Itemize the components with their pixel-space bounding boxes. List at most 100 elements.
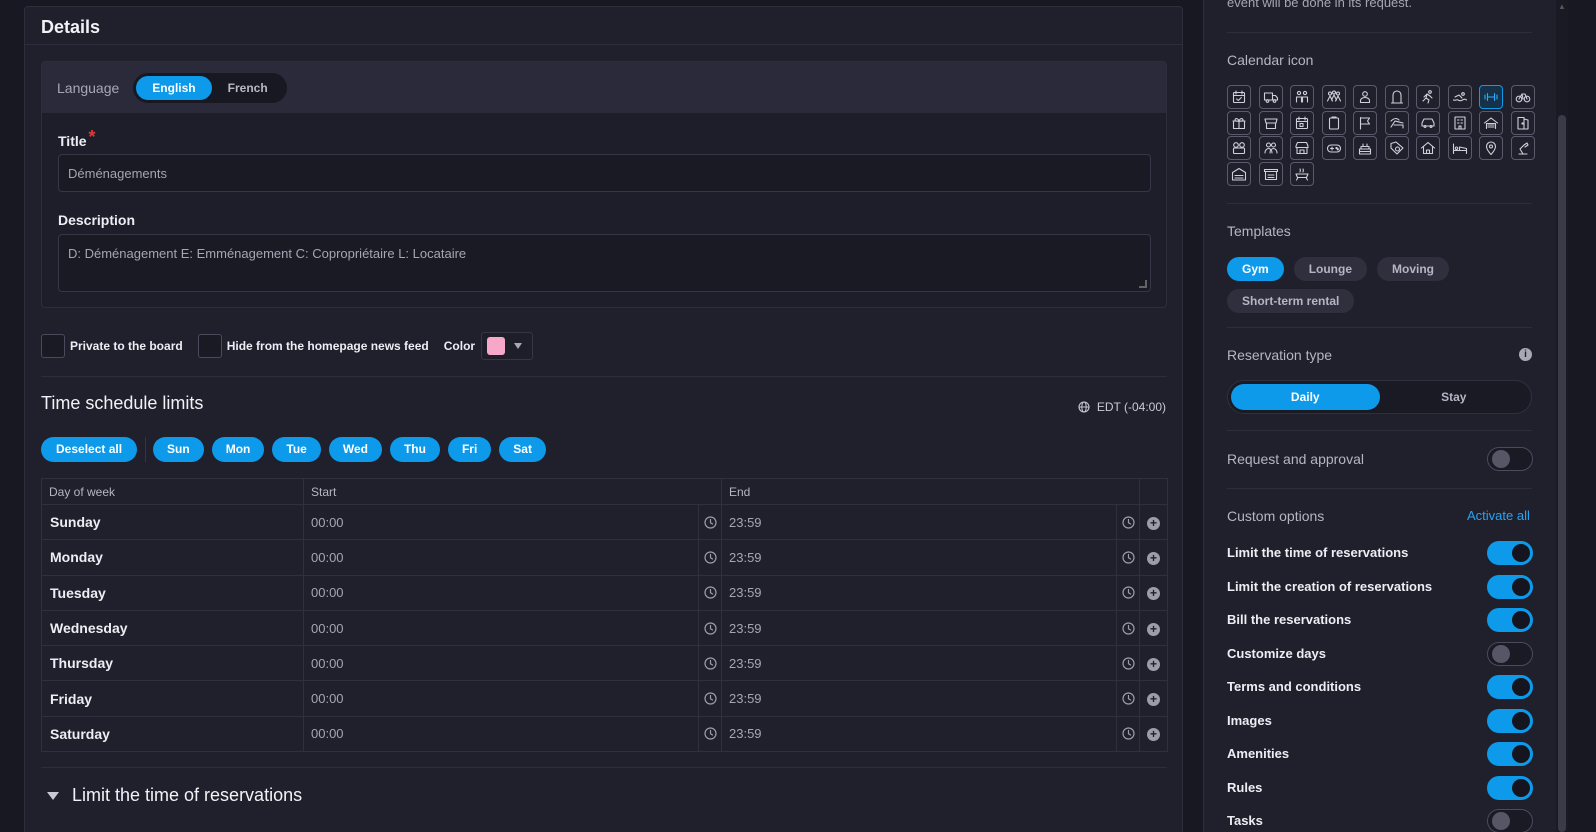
day-pill-sun[interactable]: Sun <box>153 437 204 462</box>
clock-icon[interactable] <box>1116 646 1139 681</box>
end-time-input[interactable]: 23:59 <box>721 539 1140 576</box>
clock-icon[interactable] <box>1116 540 1139 575</box>
day-pill-thu[interactable]: Thu <box>389 437 440 462</box>
custom-option-toggle[interactable] <box>1487 675 1533 699</box>
cake-icon[interactable] <box>1353 136 1377 160</box>
laundry-icon[interactable] <box>1384 136 1409 160</box>
add-time-slot-icon[interactable]: + <box>1147 516 1160 530</box>
concierge-icon[interactable] <box>1353 85 1377 109</box>
flag-icon[interactable] <box>1353 110 1377 135</box>
template-pill-gym[interactable]: Gym <box>1227 257 1284 281</box>
start-time-input[interactable]: 00:00 <box>303 680 722 717</box>
family-icon[interactable] <box>1290 85 1314 109</box>
end-time-input[interactable]: 23:59 <box>721 574 1140 611</box>
bbq-icon[interactable] <box>1290 161 1314 186</box>
building-icon[interactable] <box>1447 110 1472 135</box>
start-time-input[interactable]: 00:00 <box>303 609 722 647</box>
end-time-input[interactable]: 23:59 <box>721 645 1140 682</box>
clock-icon[interactable] <box>1116 505 1139 540</box>
clock-icon[interactable] <box>1116 610 1139 646</box>
description-textarea[interactable]: D: Déménagement E: Emménagement C: Copro… <box>58 234 1151 292</box>
running-icon[interactable] <box>1416 85 1440 109</box>
day-pill-mon[interactable]: Mon <box>211 437 265 462</box>
start-time-input[interactable]: 00:00 <box>303 715 722 753</box>
day-pill-sat[interactable]: Sat <box>499 437 546 462</box>
end-time-input[interactable]: 23:59 <box>721 680 1140 717</box>
awning-icon[interactable] <box>1258 110 1283 135</box>
end-time-input[interactable]: 23:59 <box>721 609 1140 647</box>
calendar-check-icon[interactable] <box>1227 85 1251 109</box>
add-time-slot-icon[interactable]: + <box>1147 551 1160 565</box>
clock-icon[interactable] <box>1116 575 1139 610</box>
color-picker[interactable] <box>481 332 534 360</box>
scrollbar-thumb[interactable] <box>1558 115 1566 832</box>
day-pill-wed[interactable]: Wed <box>328 437 382 462</box>
custom-option-toggle[interactable] <box>1487 708 1533 733</box>
bicycle-icon[interactable] <box>1510 85 1535 109</box>
truck-icon[interactable] <box>1258 85 1283 109</box>
language-french-button[interactable]: French <box>212 76 284 100</box>
clock-icon[interactable] <box>698 575 721 610</box>
gift-icon[interactable] <box>1227 110 1251 135</box>
clock-icon[interactable] <box>698 505 721 540</box>
group-icon[interactable] <box>1321 85 1346 109</box>
hide-feed-checkbox[interactable] <box>197 334 222 358</box>
template-pill-moving[interactable]: Moving <box>1377 257 1450 281</box>
add-time-slot-icon[interactable]: + <box>1147 587 1160 601</box>
house-icon[interactable] <box>1416 136 1440 160</box>
start-time-input[interactable]: 00:00 <box>303 645 722 682</box>
custom-option-toggle[interactable] <box>1487 742 1533 766</box>
limit-time-section-toggle[interactable]: Limit the time of reservations <box>47 785 302 806</box>
shop-icon[interactable] <box>1290 136 1314 160</box>
day-pill-tue[interactable]: Tue <box>272 437 321 462</box>
clock-icon[interactable] <box>698 646 721 681</box>
clock-icon[interactable] <box>698 681 721 716</box>
calendar-event-icon[interactable] <box>1290 110 1314 135</box>
tombstone-icon[interactable] <box>1384 85 1409 109</box>
desk-lamp-icon[interactable] <box>1510 136 1535 160</box>
private-checkbox[interactable] <box>41 334 65 358</box>
end-time-input[interactable]: 23:59 <box>721 503 1140 541</box>
custom-option-toggle[interactable] <box>1487 541 1533 565</box>
car-icon[interactable] <box>1416 110 1440 135</box>
clock-icon[interactable] <box>1116 716 1139 752</box>
start-time-input[interactable]: 00:00 <box>303 503 722 541</box>
title-input[interactable]: Déménagements <box>58 154 1151 192</box>
language-english-button[interactable]: English <box>136 75 212 100</box>
custom-option-toggle[interactable] <box>1487 574 1533 599</box>
custom-option-toggle[interactable] <box>1487 608 1533 632</box>
start-time-input[interactable]: 00:00 <box>303 574 722 611</box>
activate-all-link[interactable]: Activate all <box>1467 508 1530 523</box>
custom-option-toggle[interactable] <box>1487 775 1533 800</box>
custom-option-toggle[interactable] <box>1487 641 1533 666</box>
reservation-type-daily[interactable]: Daily <box>1231 384 1380 410</box>
parking-icon[interactable] <box>1227 161 1251 186</box>
bed-icon[interactable] <box>1447 136 1472 160</box>
scroll-up-arrow-icon[interactable]: ▲ <box>1558 2 1566 11</box>
clipboard-icon[interactable] <box>1321 110 1346 135</box>
resize-handle-icon[interactable] <box>1139 280 1147 288</box>
add-time-slot-icon[interactable]: + <box>1147 622 1160 636</box>
clock-icon[interactable] <box>698 716 721 752</box>
template-pill-short-term-rental[interactable]: Short-term rental <box>1227 289 1355 313</box>
clock-icon[interactable] <box>698 540 721 575</box>
template-pill-lounge[interactable]: Lounge <box>1293 257 1368 281</box>
add-time-slot-icon[interactable]: + <box>1147 657 1160 671</box>
gamepad-icon[interactable] <box>1321 136 1346 160</box>
garage-icon[interactable] <box>1479 110 1503 135</box>
info-icon[interactable]: i <box>1519 348 1532 361</box>
lounge-chair-icon[interactable] <box>1384 110 1409 135</box>
door-icon[interactable] <box>1510 110 1535 135</box>
custom-option-toggle[interactable] <box>1487 809 1533 832</box>
add-time-slot-icon[interactable]: + <box>1147 693 1160 707</box>
end-time-input[interactable]: 23:59 <box>721 715 1140 753</box>
dumbbell-icon[interactable] <box>1479 85 1503 109</box>
storage-icon[interactable] <box>1258 161 1283 186</box>
theater-icon[interactable] <box>1227 136 1251 160</box>
clock-icon[interactable] <box>698 610 721 646</box>
start-time-input[interactable]: 00:00 <box>303 539 722 576</box>
day-pill-fri[interactable]: Fri <box>447 437 492 462</box>
request-approval-toggle[interactable] <box>1487 447 1533 471</box>
people-icon[interactable] <box>1258 136 1283 160</box>
clock-icon[interactable] <box>1116 681 1139 716</box>
